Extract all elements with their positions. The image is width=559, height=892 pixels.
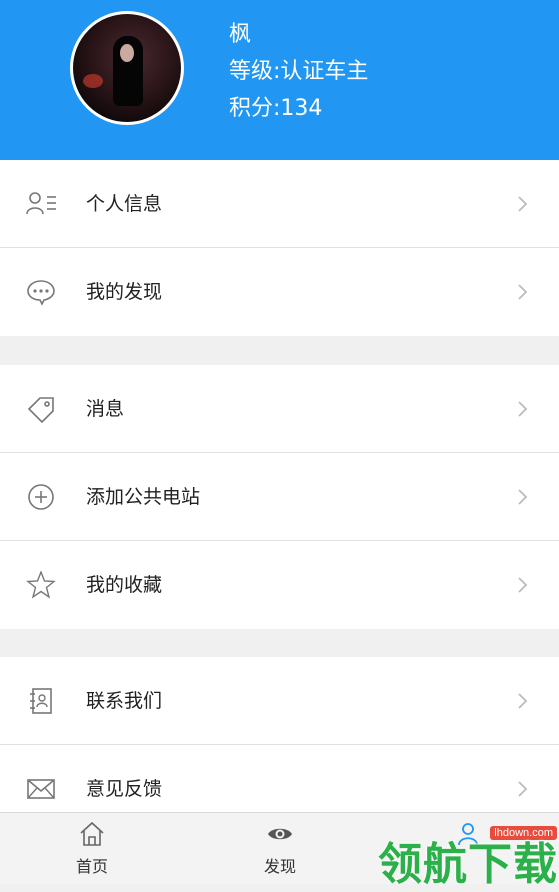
chevron-right-icon bbox=[518, 196, 528, 212]
chevron-right-icon bbox=[518, 577, 528, 593]
chat-bubble-icon bbox=[27, 280, 55, 306]
watermark: lhdown.com 领航下载 bbox=[378, 820, 559, 890]
tab-home-label: 首页 bbox=[75, 857, 108, 876]
menu-group-1: 个人信息 我的发现 bbox=[0, 160, 559, 336]
menu-item-label: 联系我们 bbox=[86, 690, 163, 712]
chevron-right-icon bbox=[518, 489, 528, 505]
profile-header: 枫 等级:认证车主 积分:134 bbox=[0, 0, 559, 160]
avatar-glow bbox=[83, 74, 103, 88]
watermark-text: 领航下载 bbox=[378, 839, 558, 890]
menu-item-add-public-station[interactable]: 添加公共电站 bbox=[0, 453, 559, 541]
user-name: 枫 bbox=[229, 22, 252, 47]
menu-item-favorites[interactable]: 我的收藏 bbox=[0, 541, 559, 629]
menu-group-2: 消息 添加公共电站 我的收藏 bbox=[0, 365, 559, 629]
tag-icon bbox=[27, 397, 54, 423]
chevron-right-icon bbox=[518, 284, 528, 300]
menu-group-3: 联系我们 意见反馈 bbox=[0, 657, 559, 833]
user-list-icon bbox=[26, 192, 56, 215]
menu-item-my-discoveries[interactable]: 我的发现 bbox=[0, 248, 559, 336]
chevron-right-icon bbox=[518, 401, 528, 417]
menu-item-label: 我的发现 bbox=[86, 281, 163, 303]
tab-home[interactable]: 首页 bbox=[32, 813, 152, 885]
user-points: 积分:134 bbox=[229, 96, 323, 121]
tab-discover-label: 发现 bbox=[263, 857, 296, 876]
home-icon bbox=[80, 821, 104, 846]
menu-item-label: 个人信息 bbox=[86, 193, 163, 215]
eye-icon bbox=[268, 828, 292, 840]
menu-item-messages[interactable]: 消息 bbox=[0, 365, 559, 453]
tab-discover[interactable]: 发现 bbox=[220, 813, 340, 885]
chevron-right-icon bbox=[518, 781, 528, 797]
chevron-right-icon bbox=[518, 693, 528, 709]
avatar-face bbox=[120, 44, 134, 62]
menu-item-label: 我的收藏 bbox=[86, 574, 163, 596]
star-icon bbox=[26, 571, 56, 599]
avatar[interactable] bbox=[70, 11, 184, 125]
menu-item-label: 添加公共电站 bbox=[86, 486, 201, 508]
menu-item-contact-us[interactable]: 联系我们 bbox=[0, 657, 559, 745]
plus-circle-icon bbox=[28, 484, 54, 510]
contact-card-icon bbox=[30, 688, 52, 714]
menu-item-personal-info[interactable]: 个人信息 bbox=[0, 160, 559, 248]
user-level: 等级:认证车主 bbox=[229, 59, 369, 84]
menu-item-label: 消息 bbox=[86, 398, 125, 420]
envelope-icon bbox=[27, 779, 55, 799]
